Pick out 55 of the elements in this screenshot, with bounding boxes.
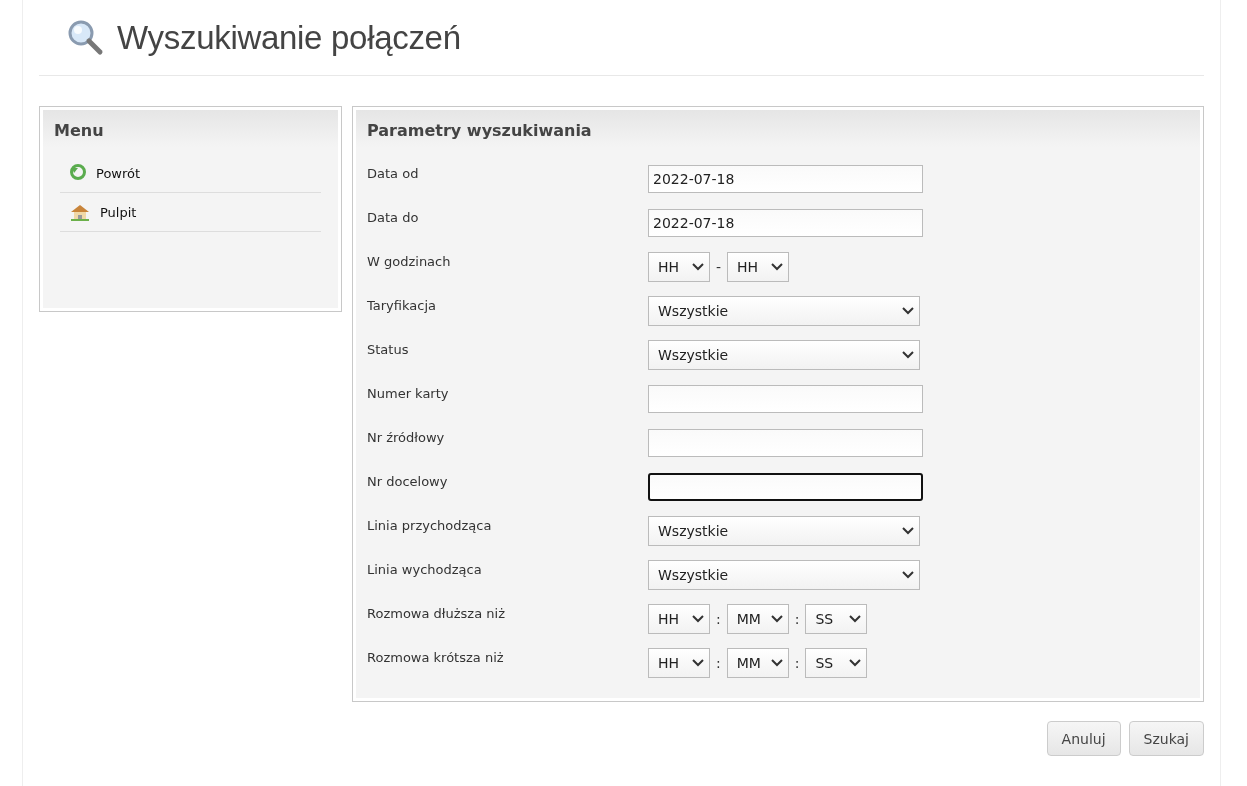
- house-icon: [70, 203, 90, 221]
- field-label: Rozmowa dłuższa niż: [367, 605, 506, 623]
- input-field[interactable]: [648, 473, 923, 501]
- separator-text: :: [716, 611, 721, 627]
- dropdown[interactable]: HH: [648, 604, 710, 634]
- chevron-down-icon: [902, 571, 914, 579]
- field-label: Nr źródłowy: [367, 429, 446, 447]
- separator-text: :: [794, 611, 800, 627]
- input-field[interactable]: [648, 429, 923, 457]
- field-label: Linia wychodząca: [367, 561, 483, 579]
- dropdown[interactable]: Wszystkie: [648, 340, 920, 370]
- input-field[interactable]: 2022-07-18: [648, 209, 923, 237]
- chevron-down-icon: [692, 659, 704, 667]
- panel-title: Parametry wyszukiwania: [367, 121, 593, 140]
- chevron-down-icon: [902, 351, 914, 359]
- chevron-down-icon: [692, 615, 704, 623]
- dropdown[interactable]: MM: [726, 604, 789, 634]
- chevron-down-icon: [849, 659, 862, 667]
- input-field[interactable]: [648, 385, 923, 413]
- field-label: Linia przychodząca: [367, 517, 493, 535]
- chevron-down-icon: [770, 615, 783, 623]
- action-button[interactable]: Anuluj: [1046, 721, 1121, 756]
- dropdown[interactable]: MM: [726, 648, 789, 678]
- dropdown[interactable]: Wszystkie: [648, 296, 920, 326]
- dropdown[interactable]: HH: [648, 252, 710, 282]
- chevron-down-icon: [770, 659, 783, 667]
- menu-item[interactable]: Powrót: [60, 154, 321, 193]
- chevron-down-icon: [902, 307, 914, 315]
- field-label: Data do: [367, 209, 420, 227]
- field-label: Numer karty: [367, 385, 450, 403]
- chevron-down-icon: [771, 263, 784, 271]
- separator-text: :: [716, 655, 721, 671]
- separator-text: :: [794, 655, 800, 671]
- field-label: Taryfikacja: [367, 297, 437, 315]
- separator-text: -: [716, 259, 722, 275]
- panel-title: Menu: [54, 121, 105, 140]
- field-label: Rozmowa krótsza niż: [367, 649, 505, 667]
- field-label: Data od: [367, 165, 420, 183]
- chevron-down-icon: [902, 527, 914, 535]
- field-label: Status: [367, 341, 410, 359]
- dropdown[interactable]: HH: [727, 252, 790, 282]
- chevron-down-icon: [849, 615, 862, 623]
- page-title: Wyszukiwanie połączeń: [117, 19, 461, 57]
- input-field[interactable]: 2022-07-18: [648, 165, 923, 193]
- menu-item[interactable]: Pulpit: [60, 193, 321, 232]
- field-label: W godzinach: [367, 253, 452, 271]
- dropdown[interactable]: Wszystkie: [648, 516, 920, 546]
- dropdown[interactable]: SS: [805, 648, 868, 678]
- dropdown[interactable]: HH: [648, 648, 710, 678]
- dropdown[interactable]: Wszystkie: [648, 560, 920, 590]
- field-label: Nr docelowy: [367, 473, 449, 491]
- refresh-icon: [70, 164, 86, 182]
- dropdown[interactable]: SS: [805, 604, 868, 634]
- action-button[interactable]: Szukaj: [1128, 721, 1204, 756]
- chevron-down-icon: [692, 263, 704, 271]
